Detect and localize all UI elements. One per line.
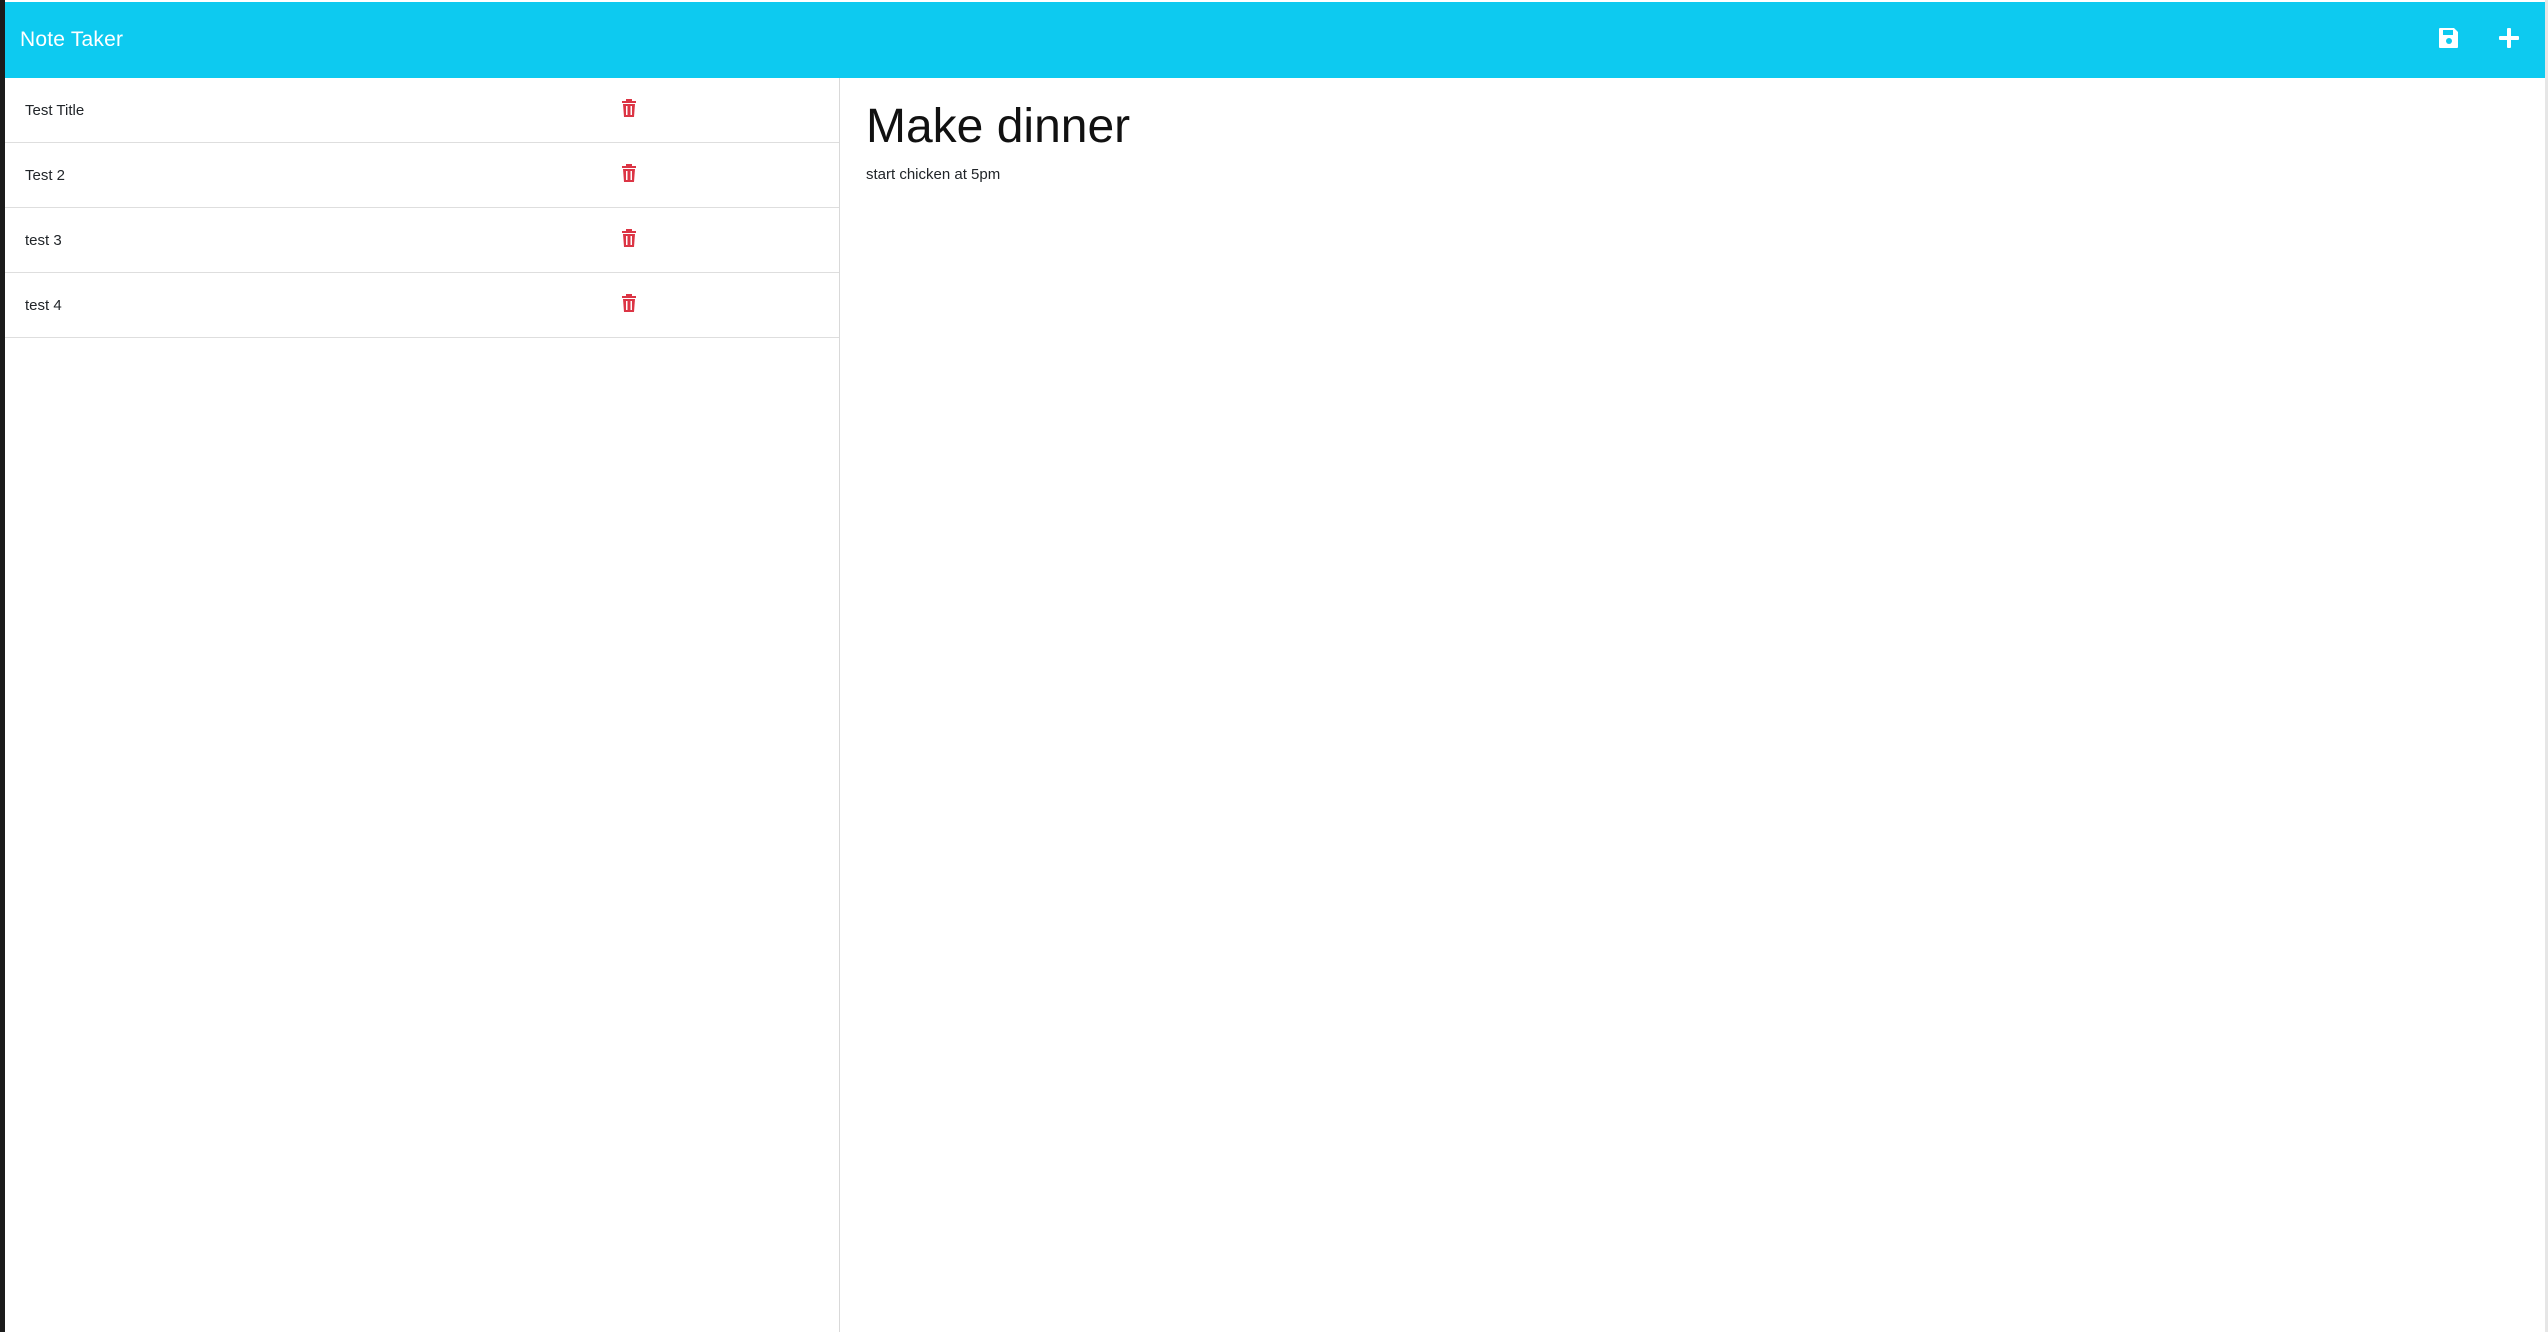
trash-icon	[621, 98, 637, 122]
app-brand[interactable]: Note Taker	[20, 28, 123, 52]
note-list-title: test 4	[25, 296, 62, 314]
trash-icon	[621, 228, 637, 252]
navbar-actions	[2435, 26, 2523, 54]
list-item[interactable]: test 3	[5, 208, 839, 273]
save-note-button[interactable]	[2435, 26, 2463, 54]
notes-list: Test Title Test 2 test 3 test 4	[5, 78, 840, 1332]
app-window: Note Taker Test Title Test 2 test 3 test…	[0, 0, 2548, 1332]
list-item[interactable]: Test Title	[5, 78, 839, 143]
new-note-button[interactable]	[2495, 26, 2523, 54]
trash-icon	[621, 163, 637, 187]
note-list-title: test 3	[25, 231, 62, 249]
list-item[interactable]: test 4	[5, 273, 839, 338]
plus-icon	[2497, 26, 2521, 55]
note-body-textarea[interactable]: start chicken at 5pm	[866, 166, 2519, 183]
note-editor: Make dinner start chicken at 5pm	[840, 78, 2545, 1332]
note-title-input[interactable]: Make dinner	[866, 98, 2519, 156]
list-item[interactable]: Test 2	[5, 143, 839, 208]
note-list-title: Test 2	[25, 166, 66, 184]
trash-icon	[621, 293, 637, 317]
delete-note-button[interactable]	[619, 163, 639, 187]
top-navbar: Note Taker	[5, 2, 2545, 78]
note-list-title: Test Title	[25, 101, 85, 119]
delete-note-button[interactable]	[619, 98, 639, 122]
delete-note-button[interactable]	[619, 228, 639, 252]
delete-note-button[interactable]	[619, 293, 639, 317]
save-icon	[2437, 26, 2461, 55]
